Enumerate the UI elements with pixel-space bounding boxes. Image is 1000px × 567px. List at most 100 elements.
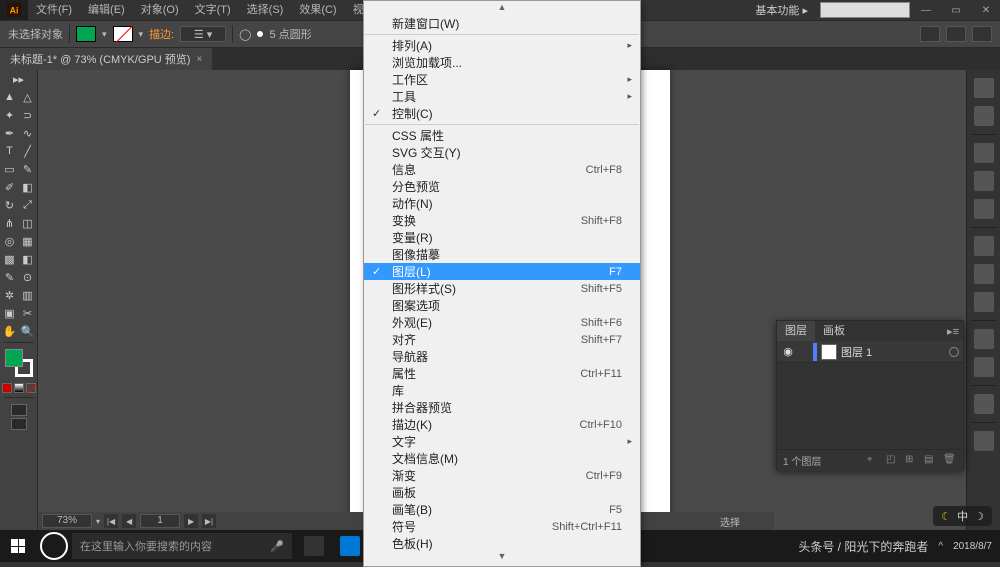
menu-item[interactable]: 图案选项 — [364, 297, 640, 314]
direct-selection-tool[interactable]: △ — [19, 88, 37, 106]
menu-item[interactable]: 文档信息(M) — [364, 450, 640, 467]
panel-menu-icon[interactable]: ▸≡ — [947, 325, 959, 338]
menu-item[interactable]: 画板 — [364, 484, 640, 501]
menu-item[interactable]: CSS 属性 — [364, 127, 640, 144]
blend-tool[interactable]: ⊙ — [19, 268, 37, 286]
type-tool[interactable]: T — [1, 142, 19, 160]
brushes-panel-icon[interactable] — [974, 171, 994, 191]
symbols-panel-icon[interactable] — [974, 199, 994, 219]
menu-item[interactable]: 信息Ctrl+F8 — [364, 161, 640, 178]
graphic-styles-icon[interactable] — [974, 357, 994, 377]
maximize-button[interactable]: ▭ — [942, 1, 970, 19]
new-layer-icon[interactable]: ▤ — [924, 454, 938, 468]
menu-effect[interactable]: 效果(C) — [291, 0, 344, 20]
width-tool[interactable]: ⋔ — [1, 214, 19, 232]
menu-item[interactable]: 外观(E)Shift+F6 — [364, 314, 640, 331]
last-artboard-button[interactable]: ▶| — [202, 514, 216, 528]
menu-item[interactable]: 工具▸ — [364, 88, 640, 105]
symbol-sprayer-tool[interactable]: ✲ — [1, 286, 19, 304]
align-icon[interactable] — [972, 26, 992, 42]
menu-type[interactable]: 文字(T) — [187, 0, 239, 20]
shaper-tool[interactable]: ✐ — [1, 178, 19, 196]
color-panel-icon[interactable] — [974, 78, 994, 98]
menu-item[interactable]: 文字▸ — [364, 433, 640, 450]
layers-tab[interactable]: 图层 — [777, 321, 815, 341]
cortana-icon[interactable] — [40, 532, 68, 560]
artboards-tab[interactable]: 画板 — [815, 321, 853, 341]
scale-tool[interactable]: ⤢ — [19, 196, 37, 214]
selection-tool[interactable]: ▲ — [1, 88, 19, 106]
doc-setup-icon[interactable] — [920, 26, 940, 42]
artboard-number-input[interactable]: 1 — [140, 514, 180, 528]
menu-item[interactable]: 对齐Shift+F7 — [364, 331, 640, 348]
fill-stroke-indicator[interactable] — [5, 349, 33, 377]
menu-item[interactable]: 分色预览 — [364, 178, 640, 195]
delete-layer-icon[interactable]: 🗑 — [943, 454, 957, 468]
gradient-tool[interactable]: ◧ — [19, 250, 37, 268]
line-tool[interactable]: ╱ — [19, 142, 37, 160]
menu-item[interactable]: 图像描摹 — [364, 246, 640, 263]
tab-close-icon[interactable]: × — [196, 54, 202, 65]
menu-item[interactable]: 变量(R) — [364, 229, 640, 246]
document-tab[interactable]: 未标题-1* @ 73% (CMYK/GPU 预览) × — [0, 48, 212, 70]
menu-item[interactable]: 色板(H) — [364, 535, 640, 552]
magic-wand-tool[interactable]: ✦ — [1, 106, 19, 124]
screen-mode-buttons[interactable] — [11, 404, 27, 430]
menu-item[interactable]: 渐变Ctrl+F9 — [364, 467, 640, 484]
paintbrush-tool[interactable]: ✎ — [19, 160, 37, 178]
eraser-tool[interactable]: ◧ — [19, 178, 37, 196]
ime-indicator[interactable]: ☾ 中 ☽ — [933, 506, 992, 526]
rotate-tool[interactable]: ↻ — [1, 196, 19, 214]
task-view-button[interactable] — [298, 530, 330, 562]
start-button[interactable] — [0, 530, 36, 562]
stroke-panel-icon[interactable] — [974, 236, 994, 256]
layer-name[interactable]: 图层 1 — [841, 344, 872, 360]
slice-tool[interactable]: ✂ — [19, 304, 37, 322]
menu-item[interactable]: ✓图层(L)F7 — [364, 263, 640, 280]
minimize-button[interactable]: — — [912, 1, 940, 19]
next-artboard-button[interactable]: ▶ — [184, 514, 198, 528]
stroke-swatch[interactable] — [113, 26, 133, 42]
menu-item[interactable]: 工作区▸ — [364, 71, 640, 88]
color-mode-buttons[interactable] — [2, 383, 36, 393]
transparency-panel-icon[interactable] — [974, 292, 994, 312]
menu-item[interactable]: 浏览加载项... — [364, 54, 640, 71]
lasso-tool[interactable]: ⊃ — [19, 106, 37, 124]
color-guide-icon[interactable] — [974, 106, 994, 126]
menu-item[interactable]: 排列(A)▸ — [364, 37, 640, 54]
scroll-down-arrow[interactable]: ▼ — [364, 552, 640, 564]
layers-panel-icon[interactable] — [974, 431, 994, 451]
prev-artboard-button[interactable]: ◀ — [122, 514, 136, 528]
taskbar-search[interactable]: 在这里输入你要搜索的内容 🎤 — [72, 533, 292, 559]
menu-item[interactable]: 描边(K)Ctrl+F10 — [364, 416, 640, 433]
close-button[interactable]: ✕ — [972, 1, 1000, 19]
workspace-selector[interactable]: 基本功能 ▸ — [745, 2, 818, 18]
scroll-up-arrow[interactable]: ▲ — [364, 3, 640, 15]
menu-item[interactable]: 符号Shift+Ctrl+F11 — [364, 518, 640, 535]
mesh-tool[interactable]: ▩ — [1, 250, 19, 268]
artboard-tool[interactable]: ▣ — [1, 304, 19, 322]
target-icon[interactable] — [949, 347, 959, 357]
preferences-icon[interactable] — [946, 26, 966, 42]
menu-item[interactable]: 变换Shift+F8 — [364, 212, 640, 229]
menu-item[interactable]: ✓控制(C) — [364, 105, 640, 122]
menu-file[interactable]: 文件(F) — [28, 0, 80, 20]
zoom-tool[interactable]: 🔍 — [19, 322, 37, 340]
taskbar-clock[interactable]: 2018/8/7 — [953, 541, 992, 552]
microphone-icon[interactable]: 🎤 — [270, 540, 284, 553]
menu-item[interactable]: 新建窗口(W) — [364, 15, 640, 32]
layer-row[interactable]: ◉ 图层 1 — [777, 341, 963, 363]
eyedropper-tool[interactable]: ✎ — [1, 268, 19, 286]
menu-edit[interactable]: 编辑(E) — [80, 0, 133, 20]
stroke-weight-select[interactable]: ☰ ▾ — [180, 26, 226, 42]
graph-tool[interactable]: ▥ — [19, 286, 37, 304]
locate-object-icon[interactable]: ⌖ — [867, 454, 881, 468]
menu-object[interactable]: 对象(O) — [133, 0, 187, 20]
swatches-panel-icon[interactable] — [974, 143, 994, 163]
menu-item[interactable]: SVG 交互(Y) — [364, 144, 640, 161]
hand-tool[interactable]: ✋ — [1, 322, 19, 340]
gradient-panel-icon[interactable] — [974, 264, 994, 284]
zoom-level-input[interactable]: 73% — [42, 514, 92, 528]
make-clipping-mask-icon[interactable]: ◰ — [886, 454, 900, 468]
menu-item[interactable]: 画笔(B)F5 — [364, 501, 640, 518]
